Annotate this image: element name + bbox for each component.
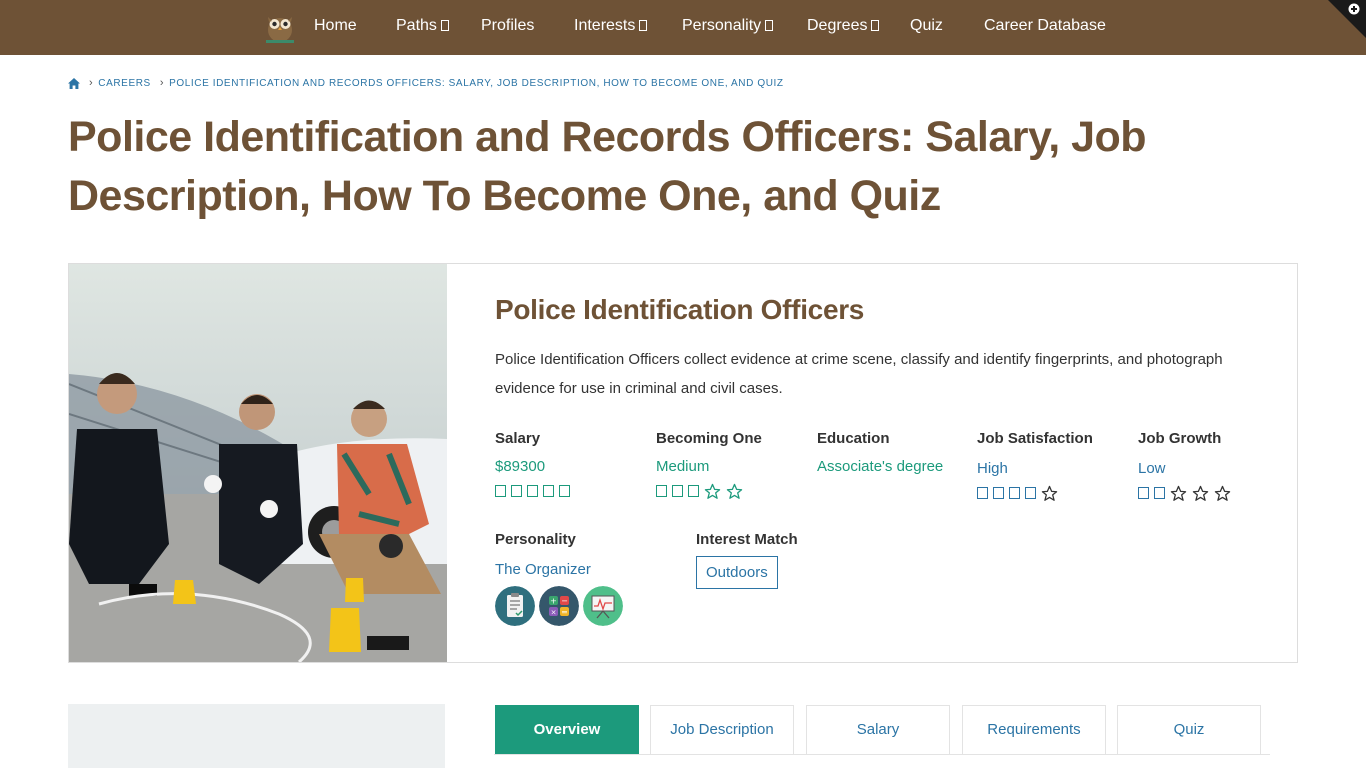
nav-quiz-label: Quiz bbox=[910, 17, 943, 34]
star-filled-icon bbox=[977, 487, 988, 499]
stat-job-growth: Job Growth Low bbox=[1138, 430, 1231, 503]
stat-job-growth-value[interactable]: Low bbox=[1138, 460, 1231, 477]
nav-degrees-label: Degrees bbox=[807, 17, 868, 34]
svg-text:+: + bbox=[550, 597, 557, 606]
owl-logo-icon[interactable] bbox=[263, 11, 297, 43]
star-filled-icon bbox=[1138, 487, 1149, 499]
home-icon[interactable] bbox=[68, 77, 80, 89]
dropdown-caret-icon bbox=[639, 20, 648, 31]
breadcrumb-current[interactable]: POLICE IDENTIFICATION AND RECORDS OFFICE… bbox=[169, 78, 784, 89]
svg-text:−: − bbox=[561, 597, 568, 606]
career-photo bbox=[69, 264, 447, 662]
stat-job-satisfaction-value[interactable]: High bbox=[977, 460, 1093, 477]
tab-quiz[interactable]: Quiz bbox=[1117, 705, 1261, 755]
rating-stars bbox=[1138, 483, 1231, 503]
breadcrumb-careers[interactable]: CAREERS bbox=[98, 78, 151, 89]
star-filled-icon bbox=[559, 485, 570, 497]
dropdown-caret-icon bbox=[440, 20, 449, 31]
nav-interests-label: Interests bbox=[574, 17, 636, 34]
stat-salary-value[interactable]: $89300 bbox=[495, 458, 570, 475]
top-navigation: Home Paths Profiles Interests Personalit… bbox=[0, 0, 1366, 55]
star-filled-icon bbox=[688, 485, 699, 497]
nav-personality-label: Personality bbox=[682, 17, 762, 34]
tab-divider bbox=[494, 754, 1270, 755]
interest-tag-outdoors[interactable]: Outdoors bbox=[696, 556, 778, 589]
stat-job-satisfaction: Job Satisfaction High bbox=[977, 430, 1093, 503]
star-filled-icon bbox=[993, 487, 1004, 499]
star-filled-icon bbox=[495, 485, 506, 497]
stat-becoming-one-label: Becoming One bbox=[656, 430, 762, 447]
nav-paths[interactable]: Paths bbox=[396, 0, 449, 55]
stat-personality: Personality The Organizer + − × = bbox=[495, 531, 623, 626]
nav-profiles[interactable]: Profiles bbox=[481, 0, 534, 55]
star-filled-icon bbox=[672, 485, 683, 497]
nav-career-database[interactable]: Career Database bbox=[984, 0, 1106, 55]
breadcrumb: › CAREERS › POLICE IDENTIFICATION AND RE… bbox=[68, 76, 784, 90]
star-filled-icon bbox=[1009, 487, 1020, 499]
chevron-right-icon: › bbox=[89, 77, 94, 89]
rating-stars bbox=[495, 481, 570, 501]
star-filled-icon bbox=[527, 485, 538, 497]
nav-career-database-label: Career Database bbox=[984, 17, 1106, 34]
star-outline-icon bbox=[1041, 485, 1058, 501]
stat-interest-match: Interest Match Outdoors bbox=[696, 531, 798, 589]
stat-education-value[interactable]: Associate's degree bbox=[817, 458, 943, 475]
stat-job-satisfaction-label: Job Satisfaction bbox=[977, 430, 1093, 447]
stat-salary: Salary $89300 bbox=[495, 430, 570, 501]
stat-becoming-one: Becoming One Medium bbox=[656, 430, 762, 501]
stat-salary-label: Salary bbox=[495, 430, 541, 447]
rating-stars bbox=[977, 483, 1093, 503]
tab-salary[interactable]: Salary bbox=[806, 705, 950, 755]
rating-stars bbox=[656, 481, 762, 501]
svg-text:=: = bbox=[561, 608, 568, 617]
star-filled-icon bbox=[1025, 487, 1036, 499]
star-filled-icon bbox=[1154, 487, 1165, 499]
sidebar-panel bbox=[68, 704, 445, 768]
stat-personality-label: Personality bbox=[495, 531, 576, 548]
tab-requirements[interactable]: Requirements bbox=[962, 705, 1106, 755]
stat-becoming-one-value[interactable]: Medium bbox=[656, 458, 762, 475]
tab-overview[interactable]: Overview bbox=[495, 705, 639, 755]
page-title: Police Identification and Records Office… bbox=[68, 113, 1147, 220]
nav-quiz[interactable]: Quiz bbox=[910, 0, 943, 55]
star-outline-icon bbox=[1170, 485, 1187, 501]
nav-home-label: Home bbox=[314, 17, 357, 34]
stat-education: Education Associate's degree bbox=[817, 430, 943, 475]
calculator-icon[interactable]: + − × = bbox=[539, 586, 579, 626]
stat-interest-match-label: Interest Match bbox=[696, 531, 798, 548]
star-filled-icon bbox=[543, 485, 554, 497]
star-outline-icon bbox=[1192, 485, 1209, 501]
dropdown-caret-icon bbox=[765, 20, 774, 31]
nav-personality[interactable]: Personality bbox=[682, 0, 774, 55]
corner-plus-icon[interactable] bbox=[1328, 0, 1366, 38]
star-outline-icon bbox=[726, 483, 743, 499]
presentation-icon[interactable] bbox=[583, 586, 623, 626]
star-filled-icon bbox=[511, 485, 522, 497]
career-card: Police Identification Officers Police Id… bbox=[68, 263, 1298, 663]
star-outline-icon bbox=[1214, 485, 1231, 501]
nav-paths-label: Paths bbox=[396, 17, 437, 34]
nav-profiles-label: Profiles bbox=[481, 17, 535, 34]
stat-personality-value[interactable]: The Organizer bbox=[495, 561, 623, 578]
svg-text:×: × bbox=[551, 609, 557, 617]
tab-job-description[interactable]: Job Description bbox=[650, 705, 794, 755]
nav-degrees[interactable]: Degrees bbox=[807, 0, 880, 55]
chevron-right-icon: › bbox=[159, 77, 165, 89]
dropdown-caret-icon bbox=[871, 20, 880, 31]
clipboard-icon[interactable] bbox=[495, 586, 535, 626]
career-title: Police Identification Officers bbox=[495, 294, 865, 325]
star-outline-icon bbox=[704, 483, 721, 499]
career-description: Police Identification Officers collect e… bbox=[495, 351, 1223, 397]
nav-home[interactable]: Home bbox=[314, 0, 357, 55]
stat-job-growth-label: Job Growth bbox=[1138, 430, 1222, 447]
personality-icons: + − × = bbox=[495, 586, 623, 626]
star-filled-icon bbox=[656, 485, 667, 497]
stat-education-label: Education bbox=[817, 430, 890, 447]
nav-interests[interactable]: Interests bbox=[574, 0, 648, 55]
